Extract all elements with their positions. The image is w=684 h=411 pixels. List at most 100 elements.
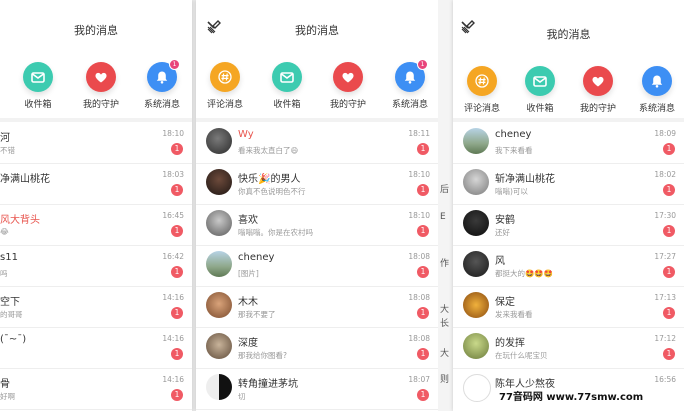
tab-inbox[interactable]: 收件箱 — [509, 62, 571, 114]
timestamp: 18:08 — [408, 334, 430, 343]
strip-text: 大 — [440, 349, 450, 359]
header: 我的消息 — [196, 0, 438, 55]
list-item[interactable]: cheney 我下来看看 18:09 1 — [453, 122, 684, 164]
tab-label: 评论消息 — [206, 100, 243, 110]
strip-text: 大 — [440, 305, 450, 315]
list-item[interactable]: Wy 看来我太直白了😄 18:11 1 — [196, 122, 438, 164]
message-panel-middle: 我的消息 评论消息 收件箱 我的守护 1 系统消息 Wy 看来我太直白了😄 18:1… — [196, 0, 438, 411]
list-item[interactable]: 保定 发来我看看 17:13 1 — [453, 286, 684, 328]
watermark: 77音码网 www.77smw.com — [496, 388, 647, 403]
unread-badge: 1 — [171, 307, 183, 319]
conversation-list: cheney 我下来看看 18:09 1 斩净满山桃花 嗡嗡)可以 18:02 1 安鹤 还好… — [453, 122, 684, 411]
unread-badge: 1 — [417, 307, 429, 319]
tab-system[interactable]: 1 系统消息 — [379, 58, 438, 110]
bell-icon: 1 — [147, 59, 180, 92]
list-item[interactable]: 河不错 18:10 1 — [0, 122, 192, 164]
tab-guard[interactable]: 我的守护 — [317, 58, 379, 110]
unread-badge: 1 — [171, 266, 183, 278]
list-item[interactable]: 喜欢 嗡嗡嗡。你是在农村吗 18:10 1 — [196, 204, 438, 246]
avatar — [463, 292, 489, 318]
category-tabs: 评论消息 收件箱 我的守护 1 系统消息 — [196, 58, 438, 114]
page-title: 我的消息 — [295, 24, 339, 37]
list-item[interactable]: 木木 那我不要了 18:08 1 — [196, 286, 438, 328]
bell-icon — [642, 66, 672, 96]
contact-name: Wy — [238, 129, 254, 140]
message-preview: 好啊 — [0, 392, 15, 401]
avatar — [463, 128, 489, 154]
list-item[interactable]: 空下 的哥哥 14:16 1 — [0, 286, 192, 328]
contact-name: cheney — [495, 129, 532, 140]
list-item[interactable]: 深度 那我给你图看? 18:08 1 — [196, 327, 438, 369]
background-page-strip: 后 E 作 大 长 大 则 — [438, 0, 453, 411]
tab-inbox[interactable]: 收件箱 — [7, 58, 69, 110]
timestamp: 16:42 — [162, 252, 184, 261]
avatar — [463, 333, 489, 359]
avatar — [206, 169, 232, 195]
list-item[interactable]: s11 吗 16:42 1 — [0, 245, 192, 287]
strip-text: 则 — [440, 375, 450, 385]
timestamp: 18:02 — [654, 170, 676, 179]
mail-icon — [525, 66, 555, 96]
avatar — [206, 333, 232, 359]
unread-badge: 1 — [417, 389, 429, 401]
timestamp: 18:09 — [654, 129, 676, 138]
list-item[interactable]: 净满山桃花 18:03 1 — [0, 163, 192, 205]
list-item[interactable]: 安鹤 还好 17:30 1 — [453, 204, 684, 246]
tab-system[interactable]: 1 系统消息 — [131, 58, 192, 110]
message-preview: 嗡嗡)可以 — [495, 187, 528, 196]
tab-guard[interactable]: 我的守护 — [567, 62, 629, 114]
conversation-list: 河不错 18:10 1 净满山桃花 18:03 1 风大背头 😂 16:45 1 s11 吗 16… — [0, 122, 192, 411]
timestamp: 18:10 — [408, 211, 430, 220]
tab-label: 系统消息 — [391, 100, 428, 110]
contact-name: 喜欢 — [238, 215, 258, 226]
list-item[interactable]: 转角撞进茅坑切 18:07 1 — [196, 368, 438, 410]
list-item[interactable]: cheney [图片] 18:08 1 — [196, 245, 438, 287]
timestamp: 17:30 — [654, 211, 676, 220]
tab-label: 收件箱 — [526, 104, 554, 114]
message-preview: 看来我太直白了😄 — [238, 146, 299, 155]
tab-inbox[interactable]: 收件箱 — [256, 58, 318, 110]
list-item[interactable]: 斩净满山桃花 嗡嗡)可以 18:02 1 — [453, 163, 684, 205]
mail-icon — [23, 62, 53, 92]
unread-badge: 1 — [417, 348, 429, 360]
contact-name: 木木 — [238, 297, 258, 308]
contact-name: 斩净满山桃花 — [495, 174, 555, 185]
heart-icon — [86, 62, 116, 92]
list-item[interactable]: 骨好啊 14:16 1 — [0, 368, 192, 410]
unread-badge: 1 — [663, 307, 675, 319]
message-preview: 嗡嗡嗡。你是在农村吗 — [238, 228, 313, 237]
timestamp: 18:03 — [162, 170, 184, 179]
list-item[interactable]: 风大背头 😂 16:45 1 — [0, 204, 192, 246]
list-item[interactable]: 风都挺大的🤩🤩🤩 17:27 1 — [453, 245, 684, 287]
message-preview: 的哥哥 — [0, 310, 23, 319]
message-preview: 我下来看看 — [495, 146, 533, 155]
unread-dot: 1 — [169, 59, 180, 70]
category-tabs: 评论消息 收件箱 我的守护 系统消息 — [453, 62, 684, 118]
strip-text: 作 — [440, 259, 450, 269]
tab-label: 我的守护 — [329, 100, 366, 110]
message-preview: 都挺大的🤩🤩🤩 — [495, 269, 554, 278]
tab-comments[interactable]: 评论消息 — [453, 62, 513, 114]
message-preview: 发来我看看 — [495, 310, 533, 319]
message-preview: 还好 — [495, 228, 510, 237]
list-item[interactable]: 快乐🎉的男人 你真不色说明色不行 18:10 1 — [196, 163, 438, 205]
message-preview: 吗 — [0, 269, 8, 278]
message-preview: [图片] — [238, 269, 259, 278]
tab-label: 我的守护 — [579, 104, 616, 114]
avatar — [206, 292, 232, 318]
tab-guard[interactable]: 我的守护 — [70, 58, 132, 110]
tab-comments[interactable]: 评论消息 — [196, 58, 256, 110]
hash-icon — [210, 62, 240, 92]
message-preview: 😂 — [0, 227, 9, 236]
list-item[interactable]: 的发挥 在玩什么呢宝贝 17:12 1 — [453, 327, 684, 369]
unread-badge: 1 — [663, 266, 675, 278]
tab-system[interactable]: 系统消息 — [626, 62, 684, 114]
unread-badge: 1 — [663, 225, 675, 237]
unread-badge: 1 — [663, 184, 675, 196]
list-item[interactable]: (¯~¯) 14:16 1 — [0, 327, 192, 369]
timestamp: 17:12 — [654, 334, 676, 343]
unread-badge: 1 — [171, 348, 183, 360]
contact-name: 保定 — [495, 297, 515, 308]
page-title: 我的消息 — [546, 28, 591, 41]
contact-name: cheney — [238, 252, 275, 263]
